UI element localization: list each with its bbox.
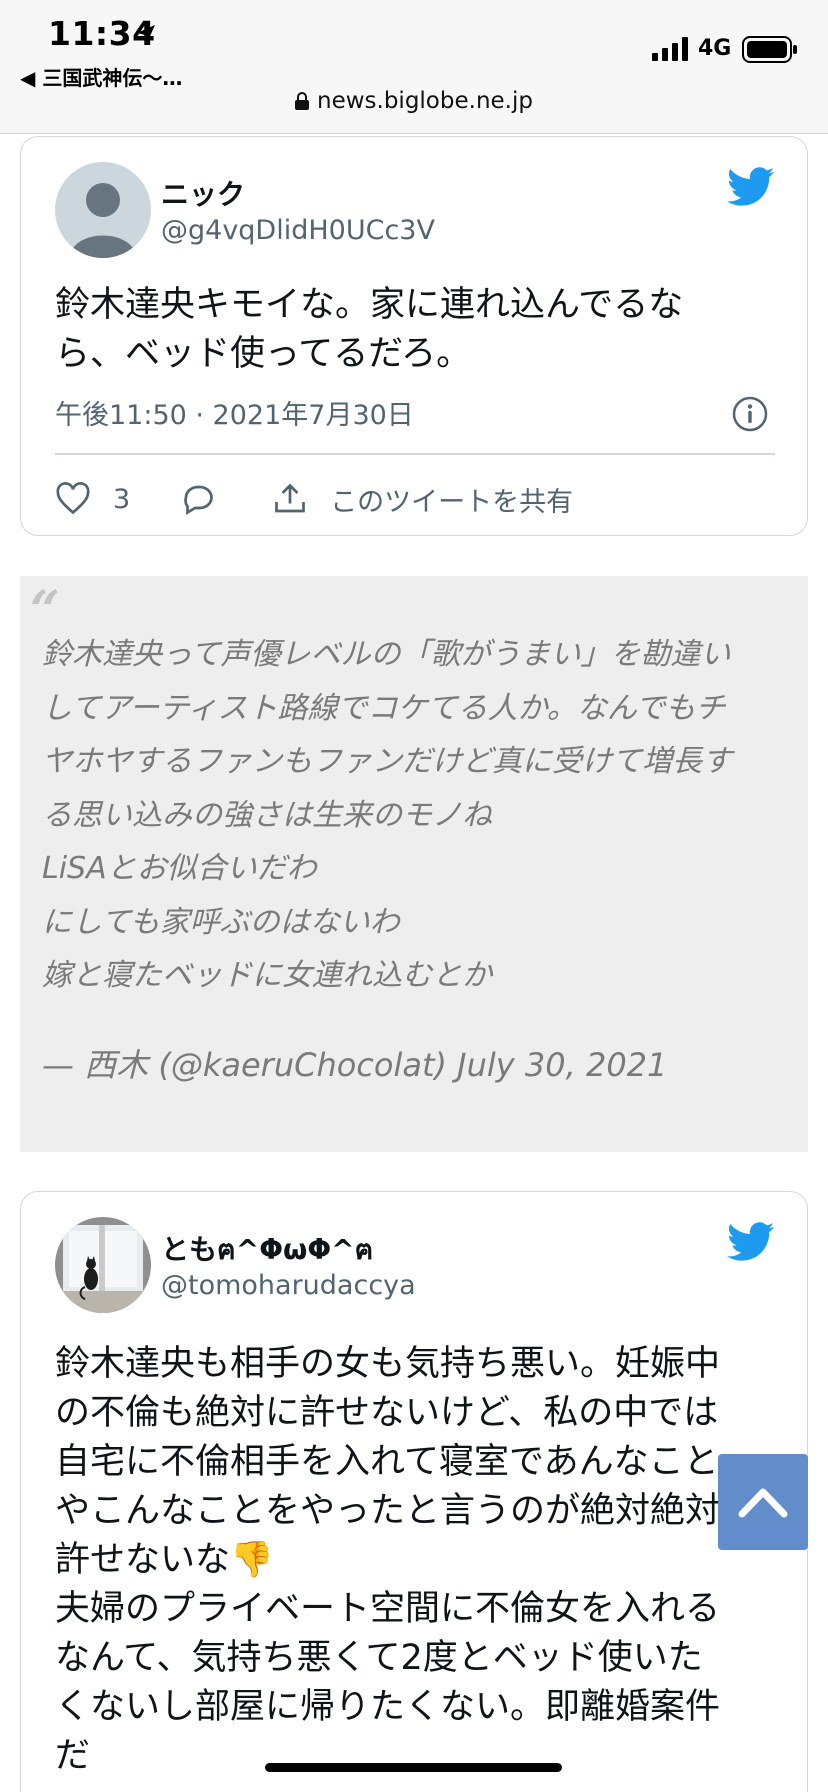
quote-line: る思い込みの強さは生来のモノね	[42, 797, 492, 833]
tweet-text-line: 自宅に不倫相手を入れて寝室であんなこと	[55, 1442, 719, 1482]
tweet-card[interactable]: ともฅ^ΦωΦ^ฅ @tomoharudaccya 鈴木達央も相手の女も気持ち悪…	[20, 1191, 808, 1792]
avatar[interactable]	[55, 1217, 151, 1313]
share-tweet-link[interactable]: このツイートを共有	[330, 480, 573, 519]
quote-line: ヤホヤするファンもファンだけど真に受けて増長す	[42, 744, 732, 779]
quote-line: LiSAとお似合いだわ	[42, 851, 317, 886]
info-icon[interactable]	[731, 395, 769, 433]
quote-line: 嫁と寝たベッドに女連れ込むとか	[42, 958, 492, 993]
address-bar[interactable]: news.biglobe.ne.jp	[0, 88, 828, 114]
quote-line: にしても家呼ぶのはないわ	[42, 904, 400, 940]
quote-attribution[interactable]: — 西木 (@kaeruChocolat) July 30, 2021	[42, 1040, 667, 1086]
user-handle[interactable]: @g4vqDlidH0UCc3V	[161, 215, 435, 246]
battery-icon	[742, 36, 797, 63]
heart-icon[interactable]	[55, 481, 91, 517]
avatar[interactable]	[55, 162, 151, 258]
reply-icon[interactable]	[180, 481, 216, 517]
chevron-up-icon	[738, 1488, 788, 1518]
tweet-text-line: 鈴木達央も相手の女も気持ち悪い。妊娠中	[55, 1344, 721, 1384]
tweet-text: 鈴木達央も相手の女も気持ち悪い。妊娠中 の不倫も絶対に許せないけど、私の中では …	[55, 1340, 777, 1781]
signal-icon	[652, 37, 688, 61]
quote-line: 鈴木達央って声優レベルの「歌がうまい」を勘違い	[42, 637, 731, 672]
quote-line: してアーティスト路線でコケてる人か。なんでもチ	[42, 690, 726, 726]
tweet-text-line: 鈴木達央キモイな。家に連れ込んでるな	[55, 285, 684, 325]
location-arrow-icon	[137, 25, 155, 43]
share-icon[interactable]	[272, 481, 308, 517]
scroll-to-top-button[interactable]	[718, 1454, 808, 1550]
tweet-actions: 3 このツイートを共有	[55, 477, 573, 521]
user-name[interactable]: ともฅ^ΦωΦ^ฅ	[161, 1228, 373, 1272]
home-indicator[interactable]	[265, 1763, 562, 1772]
quote-text: 鈴木達央って声優レベルの「歌がうまい」を勘違い してアーティスト路線でコケてる人…	[42, 628, 790, 1003]
tweet-text-line: ら、ベッド使ってるだろ。	[55, 334, 472, 374]
tweet-card[interactable]: ニック @g4vqDlidH0UCc3V 鈴木達央キモイな。家に連れ込んでるな …	[20, 136, 808, 536]
tweet-text-line: 許せないな👎	[55, 1540, 274, 1580]
tweet-text-line: なんて、気持ち悪くて2度とベッド使いた	[55, 1638, 703, 1678]
tweet-text-line: やこんなことをやったと言うのが絶対絶対	[55, 1491, 721, 1531]
tweet-text-line: くないし部屋に帰りたくない。即離婚案件	[55, 1687, 721, 1727]
tweet-blockquote: “ 鈴木達央って声優レベルの「歌がうまい」を勘違い してアーティスト路線でコケて…	[20, 576, 808, 1152]
back-to-app-link[interactable]: ◀ 三国武神伝〜…	[20, 62, 182, 91]
lock-icon	[295, 92, 309, 110]
cat-window-photo	[55, 1217, 151, 1313]
tweet-timestamp[interactable]: 午後11:50 · 2021年7月30日	[55, 393, 414, 432]
twitter-bird-icon[interactable]	[727, 167, 775, 207]
user-name[interactable]: ニック	[161, 173, 245, 213]
default-profile-icon	[55, 162, 151, 258]
like-count: 3	[113, 483, 131, 515]
tweet-text-line: 夫婦のプライベート空間に不倫女を入れる	[55, 1589, 721, 1629]
url-text: news.biglobe.ne.jp	[317, 88, 533, 114]
tweet-text-line: だ	[55, 1736, 91, 1776]
divider	[55, 453, 775, 455]
browser-top-bar: 11:34 ◀ 三国武神伝〜… 4G news.biglobe.ne.jp	[0, 0, 828, 134]
twitter-bird-icon[interactable]	[727, 1222, 775, 1262]
user-handle[interactable]: @tomoharudaccya	[161, 1270, 416, 1301]
network-type: 4G	[698, 36, 732, 61]
tweet-text: 鈴木達央キモイな。家に連れ込んでるな ら、ベッド使ってるだろ。	[55, 281, 777, 379]
tweet-text-line: の不倫も絶対に許せないけど、私の中では	[55, 1393, 719, 1433]
